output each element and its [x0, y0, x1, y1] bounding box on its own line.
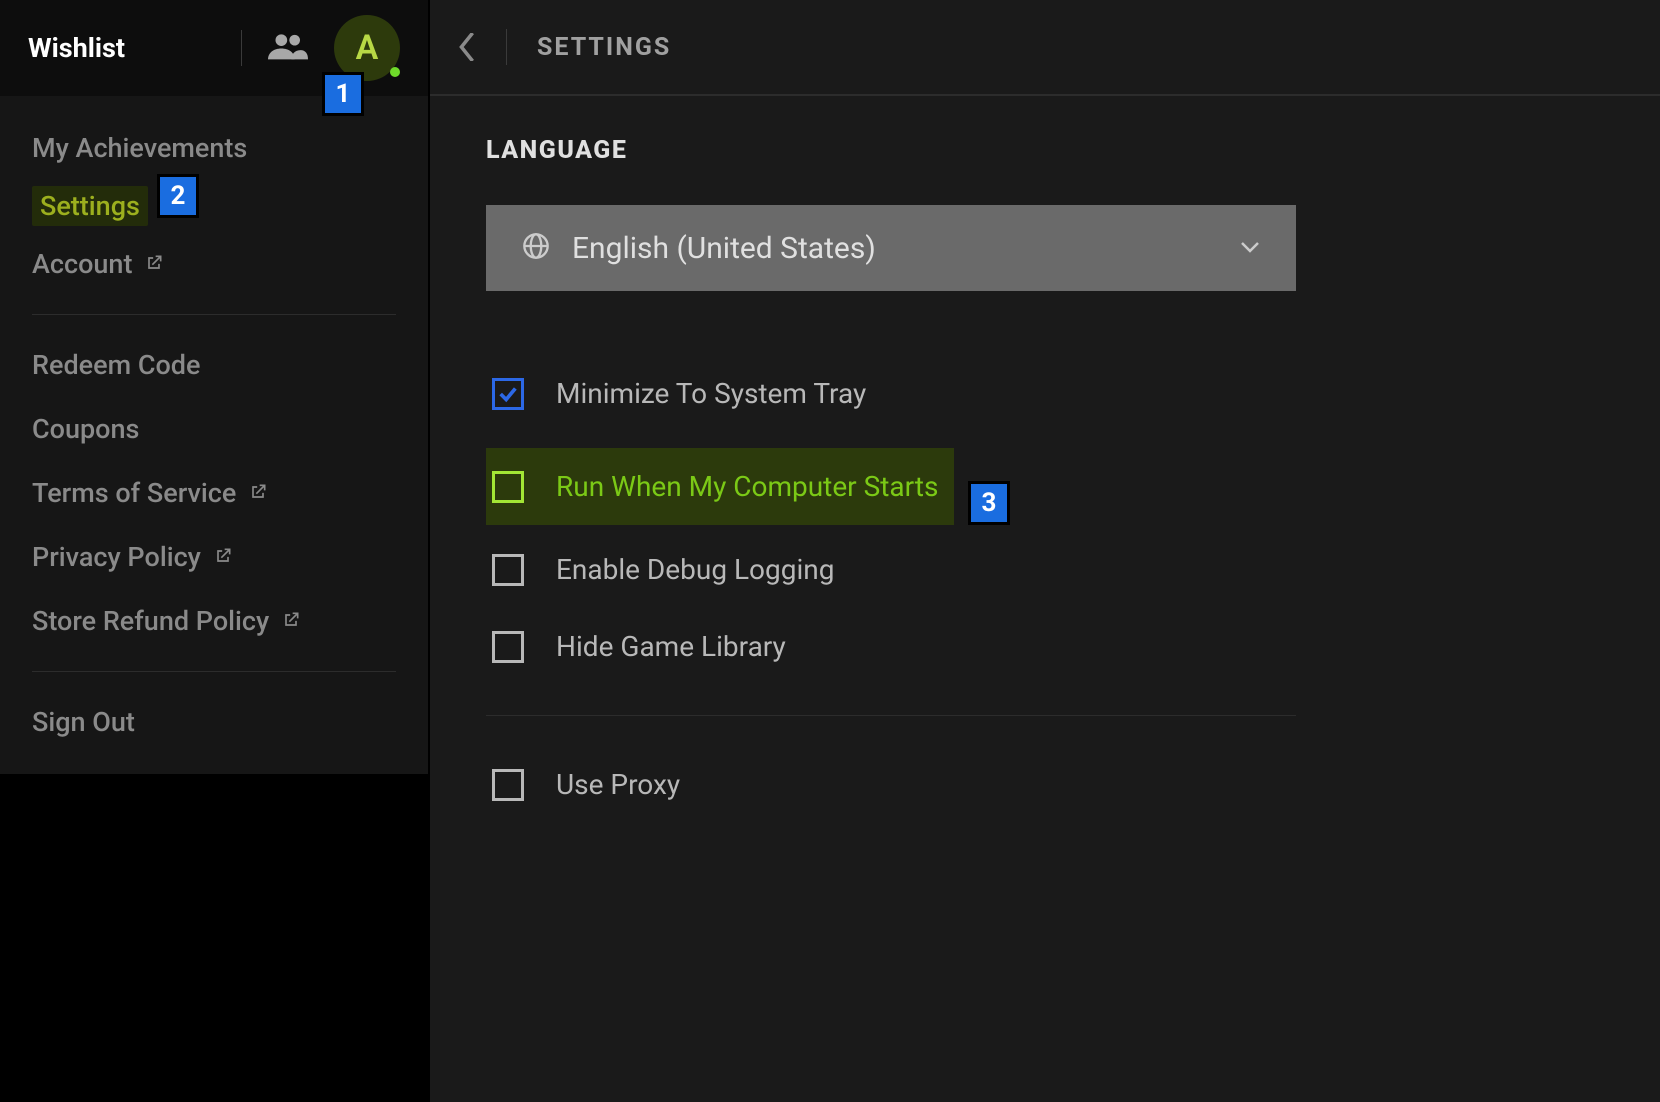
sidebar-item-label: Sign Out	[32, 706, 135, 738]
sidebar-bottom-fill	[0, 774, 428, 1102]
header-divider	[506, 29, 507, 65]
external-link-icon	[213, 541, 233, 573]
annotation-1: 1	[322, 72, 364, 116]
sidebar: Wishlist A My Achievements Settings Acco…	[0, 0, 430, 1102]
option-debug-logging[interactable]: Enable Debug Logging	[486, 531, 1604, 608]
back-button[interactable]	[458, 33, 476, 61]
annotation-2: 2	[157, 174, 199, 218]
sidebar-item-label: Account	[32, 248, 132, 280]
option-label: Enable Debug Logging	[556, 553, 834, 586]
option-hide-library[interactable]: Hide Game Library	[486, 608, 1604, 685]
language-value: English (United States)	[572, 231, 1218, 266]
sidebar-item-achievements[interactable]: My Achievements	[0, 116, 428, 180]
option-label: Use Proxy	[556, 768, 680, 801]
sidebar-item-refund[interactable]: Store Refund Policy	[0, 589, 428, 653]
sidebar-divider	[32, 671, 396, 672]
external-link-icon	[144, 248, 164, 280]
language-dropdown[interactable]: English (United States)	[486, 205, 1296, 291]
avatar-letter: A	[356, 28, 379, 68]
language-section-title: LANGUAGE	[486, 136, 1604, 165]
sidebar-divider	[32, 314, 396, 315]
header-divider	[241, 30, 242, 66]
sidebar-item-redeem[interactable]: Redeem Code	[0, 333, 428, 397]
sidebar-item-settings[interactable]: Settings	[0, 180, 428, 232]
option-use-proxy[interactable]: Use Proxy	[486, 746, 1604, 823]
status-dot-icon	[390, 67, 400, 77]
option-label: Minimize To System Tray	[556, 377, 866, 410]
sidebar-item-coupons[interactable]: Coupons	[0, 397, 428, 461]
option-label: Hide Game Library	[556, 630, 786, 663]
annotation-3: 3	[968, 481, 1010, 525]
sidebar-item-account[interactable]: Account	[0, 232, 428, 296]
page-title: SETTINGS	[537, 33, 671, 62]
main-panel: SETTINGS LANGUAGE English (United States…	[430, 0, 1660, 1102]
checkbox-icon	[492, 769, 524, 801]
sidebar-item-signout[interactable]: Sign Out	[0, 690, 428, 754]
external-link-icon	[248, 477, 268, 509]
main-header: SETTINGS	[430, 0, 1660, 96]
option-run-on-startup[interactable]: Run When My Computer Starts	[486, 448, 954, 525]
checkbox-icon	[492, 631, 524, 663]
chevron-down-icon	[1240, 239, 1260, 258]
checkbox-icon	[492, 471, 524, 503]
sidebar-item-terms[interactable]: Terms of Service	[0, 461, 428, 525]
globe-icon	[522, 232, 550, 264]
section-divider	[486, 715, 1296, 716]
friends-icon[interactable]	[268, 30, 308, 66]
sidebar-item-label: Coupons	[32, 413, 139, 445]
option-label: Run When My Computer Starts	[556, 470, 938, 503]
checkbox-icon	[492, 554, 524, 586]
sidebar-item-privacy[interactable]: Privacy Policy	[0, 525, 428, 589]
sidebar-item-label: Privacy Policy	[32, 541, 201, 573]
wishlist-title[interactable]: Wishlist	[28, 32, 125, 64]
sidebar-item-label: Redeem Code	[32, 349, 200, 381]
sidebar-item-label: Terms of Service	[32, 477, 236, 509]
option-minimize-tray[interactable]: Minimize To System Tray	[486, 355, 1604, 432]
sidebar-item-label: Settings	[32, 186, 148, 226]
settings-body: LANGUAGE English (United States) Minimiz…	[430, 96, 1660, 863]
sidebar-item-label: My Achievements	[32, 132, 247, 164]
checkbox-icon	[492, 378, 524, 410]
sidebar-item-label: Store Refund Policy	[32, 605, 269, 637]
sidebar-menu: My Achievements Settings Account Redeem …	[0, 96, 428, 774]
external-link-icon	[281, 605, 301, 637]
